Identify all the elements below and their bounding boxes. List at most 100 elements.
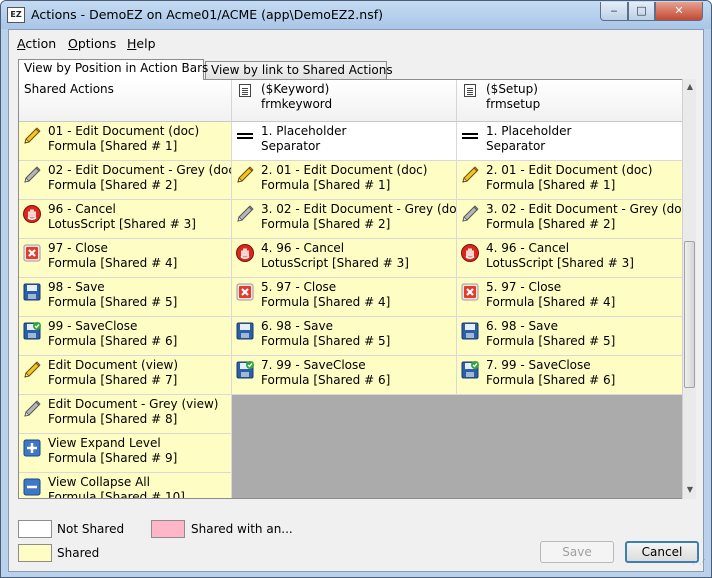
menu-help[interactable]: Help — [127, 36, 156, 51]
action-title: 2. 01 - Edit Document (doc) — [261, 163, 428, 177]
scroll-up-icon[interactable]: ▲ — [683, 79, 697, 95]
action-title: 01 - Edit Document (doc) — [48, 124, 200, 138]
action-subtitle: Formula [Shared # 5] — [261, 334, 391, 348]
action-cell[interactable]: 6. 98 - Save Formula [Shared # 5] — [457, 317, 695, 356]
action-cell[interactable]: 1. Placeholder Separator — [457, 122, 695, 161]
action-cell[interactable]: 6. 98 - Save Formula [Shared # 5] — [232, 317, 457, 356]
action-title: 96 - Cancel — [48, 202, 116, 216]
action-title: 3. 02 - Edit Document - Grey (doc) — [261, 202, 457, 216]
app-icon: EZ — [7, 7, 25, 23]
action-title: Edit Document - Grey (view) — [48, 397, 219, 411]
action-cell[interactable]: 96 - Cancel LotusScript [Shared # 3] — [19, 200, 232, 239]
action-cell[interactable]: 5. 97 - Close Formula [Shared # 4] — [457, 278, 695, 317]
save-close-icon — [460, 360, 480, 380]
action-cell[interactable]: Edit Document - Grey (view) Formula [Shar… — [19, 395, 232, 434]
action-title: 1. Placeholder — [486, 124, 572, 138]
menu-options-label: ptions — [77, 36, 117, 51]
action-subtitle: Formula [Shared # 8] — [48, 412, 178, 426]
action-subtitle: Separator — [486, 139, 546, 153]
action-cell[interactable]: 1. Placeholder Separator — [232, 122, 457, 161]
action-cell[interactable]: 5. 97 - Close Formula [Shared # 4] — [232, 278, 457, 317]
action-cell[interactable]: 4. 96 - Cancel LotusScript [Shared # 3] — [457, 239, 695, 278]
action-subtitle: Formula [Shared # 9] — [48, 451, 178, 465]
separator-icon — [235, 126, 255, 146]
action-title: 99 - SaveClose — [48, 319, 138, 333]
action-cell[interactable]: 3. 02 - Edit Document - Grey (doc) Formul… — [232, 200, 457, 239]
action-cell[interactable]: 4. 96 - Cancel LotusScript [Shared # 3] — [232, 239, 457, 278]
action-cell[interactable]: 2. 01 - Edit Document (doc) Formula [Shar… — [457, 161, 695, 200]
legend-swatch-shared — [18, 544, 52, 562]
save-button[interactable]: Save — [540, 541, 614, 563]
column-header-title: ($Setup) — [486, 82, 538, 96]
save-disk-icon — [460, 321, 480, 341]
action-title: 7. 99 - SaveClose — [261, 358, 366, 372]
menu-options-mnemonic: O — [68, 36, 78, 51]
scroll-thumb[interactable] — [684, 241, 695, 388]
grey-pencil-icon — [22, 165, 42, 185]
close-button[interactable]: ✕ — [655, 2, 703, 21]
menu-action[interactable]: Action — [17, 36, 56, 51]
save-disk-icon — [235, 321, 255, 341]
title-bar[interactable]: EZ Actions - DemoEZ on Acme01/ACME (app\… — [1, 1, 711, 29]
pencil-icon — [22, 360, 42, 380]
expand-plus-icon — [22, 438, 42, 458]
action-subtitle: Formula [Shared # 6] — [486, 373, 616, 387]
action-subtitle: Formula [Shared # 2] — [261, 217, 391, 231]
action-cell[interactable]: 01 - Edit Document (doc) Formula [Shared … — [19, 122, 232, 161]
action-title: 6. 98 - Save — [486, 319, 558, 333]
action-cell[interactable]: 99 - SaveClose Formula [Shared # 6] — [19, 317, 232, 356]
action-subtitle: Formula [Shared # 5] — [486, 334, 616, 348]
scroll-down-icon[interactable]: ▼ — [683, 482, 697, 498]
action-cell[interactable]: 97 - Close Formula [Shared # 4] — [19, 239, 232, 278]
pencil-icon — [460, 165, 480, 185]
column-header-subtitle: frmkeyword — [261, 97, 333, 111]
action-title: View Collapse All — [48, 475, 150, 489]
action-cell[interactable]: Edit Document (view) Formula [Shared # 7] — [19, 356, 232, 395]
action-cell[interactable]: View Expand Level Formula [Shared # 9] — [19, 434, 232, 473]
column-header-shared-actions[interactable]: Shared Actions — [19, 80, 232, 122]
pencil-icon — [22, 126, 42, 146]
column-header-keyword[interactable]: ($Keyword) frmkeyword — [232, 80, 457, 122]
maximize-button[interactable]: □ — [628, 2, 655, 21]
column-header-title: Shared Actions — [24, 82, 114, 96]
action-title: 02 - Edit Document - Grey (doc) — [48, 163, 232, 177]
action-title: 7. 99 - SaveClose — [486, 358, 591, 372]
tab-view-by-position[interactable]: View by Position in Action Bars — [18, 59, 208, 80]
action-subtitle: LotusScript [Shared # 3] — [486, 256, 634, 270]
action-subtitle: Formula [Shared # 1] — [486, 178, 616, 192]
action-cell[interactable]: 02 - Edit Document - Grey (doc) Formula [… — [19, 161, 232, 200]
resize-grip-icon[interactable]: ⋰⋰ — [692, 559, 706, 570]
action-cell[interactable]: View Collapse All Formula [Shared # 10] — [19, 473, 232, 498]
cancel-hand-icon — [22, 204, 42, 224]
action-cell[interactable]: 98 - Save Formula [Shared # 5] — [19, 278, 232, 317]
save-close-icon — [22, 321, 42, 341]
action-title: 97 - Close — [48, 241, 108, 255]
action-title: 3. 02 - Edit Document - Grey (doc) — [486, 202, 693, 216]
action-title: 1. Placeholder — [261, 124, 347, 138]
cancel-hand-icon — [460, 243, 480, 263]
action-cell[interactable]: 2. 01 - Edit Document (doc) Formula [Shar… — [232, 161, 457, 200]
menu-help-label: elp — [136, 36, 156, 51]
tab-view-by-link[interactable]: View by link to Shared Actions — [205, 61, 393, 80]
action-title: 5. 97 - Close — [261, 280, 337, 294]
minimize-button[interactable]: ‒ — [600, 2, 628, 21]
cancel-button[interactable]: Cancel — [625, 541, 699, 563]
grey-pencil-icon — [460, 204, 480, 224]
menu-bar: Action Options Help — [9, 30, 703, 54]
action-cell[interactable]: 7. 99 - SaveClose Formula [Shared # 6] — [457, 356, 695, 395]
action-subtitle: Formula [Shared # 5] — [48, 295, 178, 309]
column-header-setup[interactable]: ($Setup) frmsetup — [457, 80, 695, 122]
action-subtitle: Formula [Shared # 6] — [261, 373, 391, 387]
action-cell[interactable]: 7. 99 - SaveClose Formula [Shared # 6] — [232, 356, 457, 395]
menu-options[interactable]: Options — [68, 36, 116, 51]
actions-window: EZ Actions - DemoEZ on Acme01/ACME (app\… — [0, 0, 712, 578]
action-subtitle: Formula [Shared # 2] — [48, 178, 178, 192]
form-icon — [464, 84, 476, 97]
menu-help-mnemonic: H — [127, 36, 137, 51]
dialog-client: Action Options Help View by Position in … — [8, 29, 706, 572]
action-cell[interactable]: 3. 02 - Edit Document - Grey (doc) Formul… — [457, 200, 695, 239]
action-subtitle: Formula [Shared # 2] — [486, 217, 616, 231]
action-subtitle: Formula [Shared # 1] — [261, 178, 391, 192]
action-title: 5. 97 - Close — [486, 280, 562, 294]
vertical-scrollbar[interactable]: ▲ ▼ — [682, 79, 696, 499]
